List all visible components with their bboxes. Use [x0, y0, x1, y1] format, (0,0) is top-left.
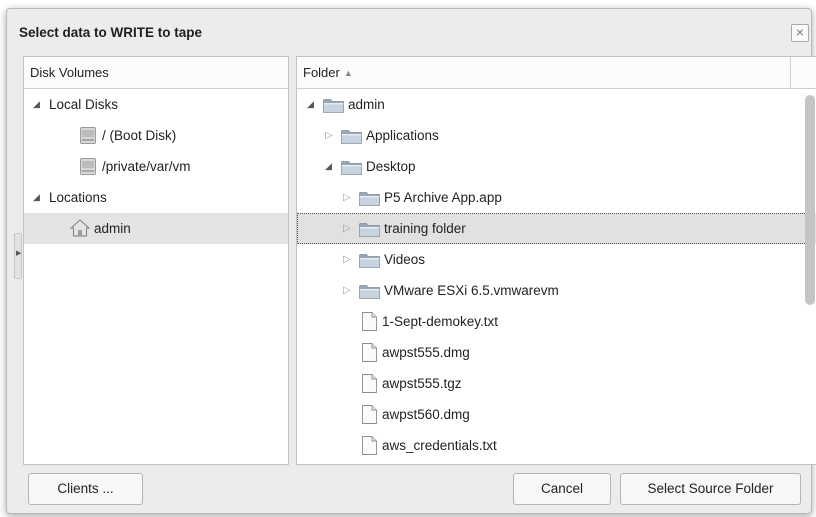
- folder-label: VMware ESXi 6.5.vmwarevm: [384, 283, 559, 298]
- tree-item-admin[interactable]: admin: [24, 213, 288, 244]
- folder-icon: [359, 254, 380, 268]
- group-label: Locations: [49, 190, 107, 205]
- dialog-title: Select data to WRITE to tape: [19, 25, 203, 40]
- file-label: awpst555.dmg: [382, 345, 470, 360]
- disk-icon: [80, 127, 96, 144]
- folder-label: admin: [348, 97, 385, 112]
- disk-volumes-header-label: Disk Volumes: [30, 65, 109, 80]
- folder-icon: [323, 99, 344, 113]
- disk-label: / (Boot Disk): [102, 128, 177, 143]
- file-row[interactable]: 1-Sept-demokey.txt: [297, 306, 816, 337]
- folder-icon: [359, 285, 380, 299]
- file-label: awpst560.dmg: [382, 407, 470, 422]
- folder-row[interactable]: ▷ training folder: [297, 213, 816, 244]
- folder-icon: [359, 223, 380, 237]
- expand-closed-icon[interactable]: ▷: [343, 182, 351, 213]
- file-row[interactable]: aws_credentials.txt: [297, 430, 816, 461]
- sort-ascending-icon: ▲: [343, 68, 353, 78]
- file-label: awpst555.tgz: [382, 376, 462, 391]
- expand-open-icon[interactable]: ◢: [307, 89, 314, 120]
- cancel-button[interactable]: Cancel: [513, 473, 611, 505]
- tree-item-private-var-vm[interactable]: /private/var/vm: [24, 151, 288, 182]
- folder-column-header[interactable]: Folder ▲: [297, 57, 816, 89]
- folder-icon: [341, 130, 362, 144]
- disk-volumes-header[interactable]: Disk Volumes: [24, 57, 288, 89]
- file-row[interactable]: awpst560.dmg: [297, 399, 816, 430]
- file-label: aws_credentials.txt: [382, 438, 497, 453]
- expand-closed-icon[interactable]: ▷: [325, 120, 333, 151]
- folder-row[interactable]: ◢ admin: [297, 89, 816, 120]
- disk-label: /private/var/vm: [102, 159, 191, 174]
- location-label: admin: [94, 221, 131, 236]
- folder-row[interactable]: ▷ P5 Archive App.app: [297, 182, 816, 213]
- chevron-right-icon: ▶: [16, 250, 22, 257]
- tree-item-boot-disk[interactable]: / (Boot Disk): [24, 120, 288, 151]
- file-icon: [362, 312, 377, 331]
- folder-header-label: Folder: [303, 65, 340, 80]
- expand-closed-icon[interactable]: ▷: [343, 213, 351, 244]
- disk-volumes-pane: Disk Volumes ◢ Local Disks / (Boot Disk)…: [23, 56, 289, 465]
- folder-label: Desktop: [366, 159, 416, 174]
- folder-label: P5 Archive App.app: [384, 190, 502, 205]
- expand-open-icon[interactable]: ◢: [33, 182, 40, 213]
- file-label: 1-Sept-demokey.txt: [382, 314, 499, 329]
- expand-open-icon[interactable]: ◢: [325, 151, 332, 182]
- file-icon: [362, 374, 377, 393]
- folder-icon: [359, 192, 380, 206]
- expand-open-icon[interactable]: ◢: [33, 89, 40, 120]
- folder-label: training folder: [384, 221, 466, 236]
- vertical-scrollbar[interactable]: [805, 95, 815, 305]
- select-source-folder-button[interactable]: Select Source Folder: [620, 473, 801, 505]
- folder-row[interactable]: ▷ Videos: [297, 244, 816, 275]
- disk-icon: [80, 158, 96, 175]
- group-label: Local Disks: [49, 97, 119, 112]
- clients-button[interactable]: Clients ...: [28, 473, 143, 505]
- file-row[interactable]: awpst555.dmg: [297, 337, 816, 368]
- file-icon: [362, 343, 377, 362]
- folder-tree: ◢ admin ▷ Applications ◢ Desktop ▷ P5 Archive A…: [297, 89, 816, 461]
- expand-closed-icon[interactable]: ▷: [343, 244, 351, 275]
- expand-closed-icon[interactable]: ▷: [343, 275, 351, 306]
- tree-group-local-disks[interactable]: ◢ Local Disks: [24, 89, 288, 120]
- folder-row[interactable]: ◢ Desktop: [297, 151, 816, 182]
- tree-group-locations[interactable]: ◢ Locations: [24, 182, 288, 213]
- file-icon: [362, 405, 377, 424]
- header-divider: [790, 57, 791, 88]
- folder-label: Applications: [366, 128, 439, 143]
- folder-label: Videos: [384, 252, 426, 267]
- file-icon: [362, 436, 377, 455]
- folder-row[interactable]: ▷ VMware ESXi 6.5.vmwarevm: [297, 275, 816, 306]
- folder-row[interactable]: ▷ Applications: [297, 120, 816, 151]
- close-button[interactable]: ×: [791, 24, 809, 42]
- folder-icon: [341, 161, 362, 175]
- folder-pane: Folder ▲ ◢ admin ▷ Applications ◢ Desktop ▷ P5 A…: [296, 56, 816, 465]
- pane-collapse-handle[interactable]: ▶: [14, 233, 22, 279]
- home-icon: [70, 219, 90, 237]
- file-row[interactable]: awpst555.tgz: [297, 368, 816, 399]
